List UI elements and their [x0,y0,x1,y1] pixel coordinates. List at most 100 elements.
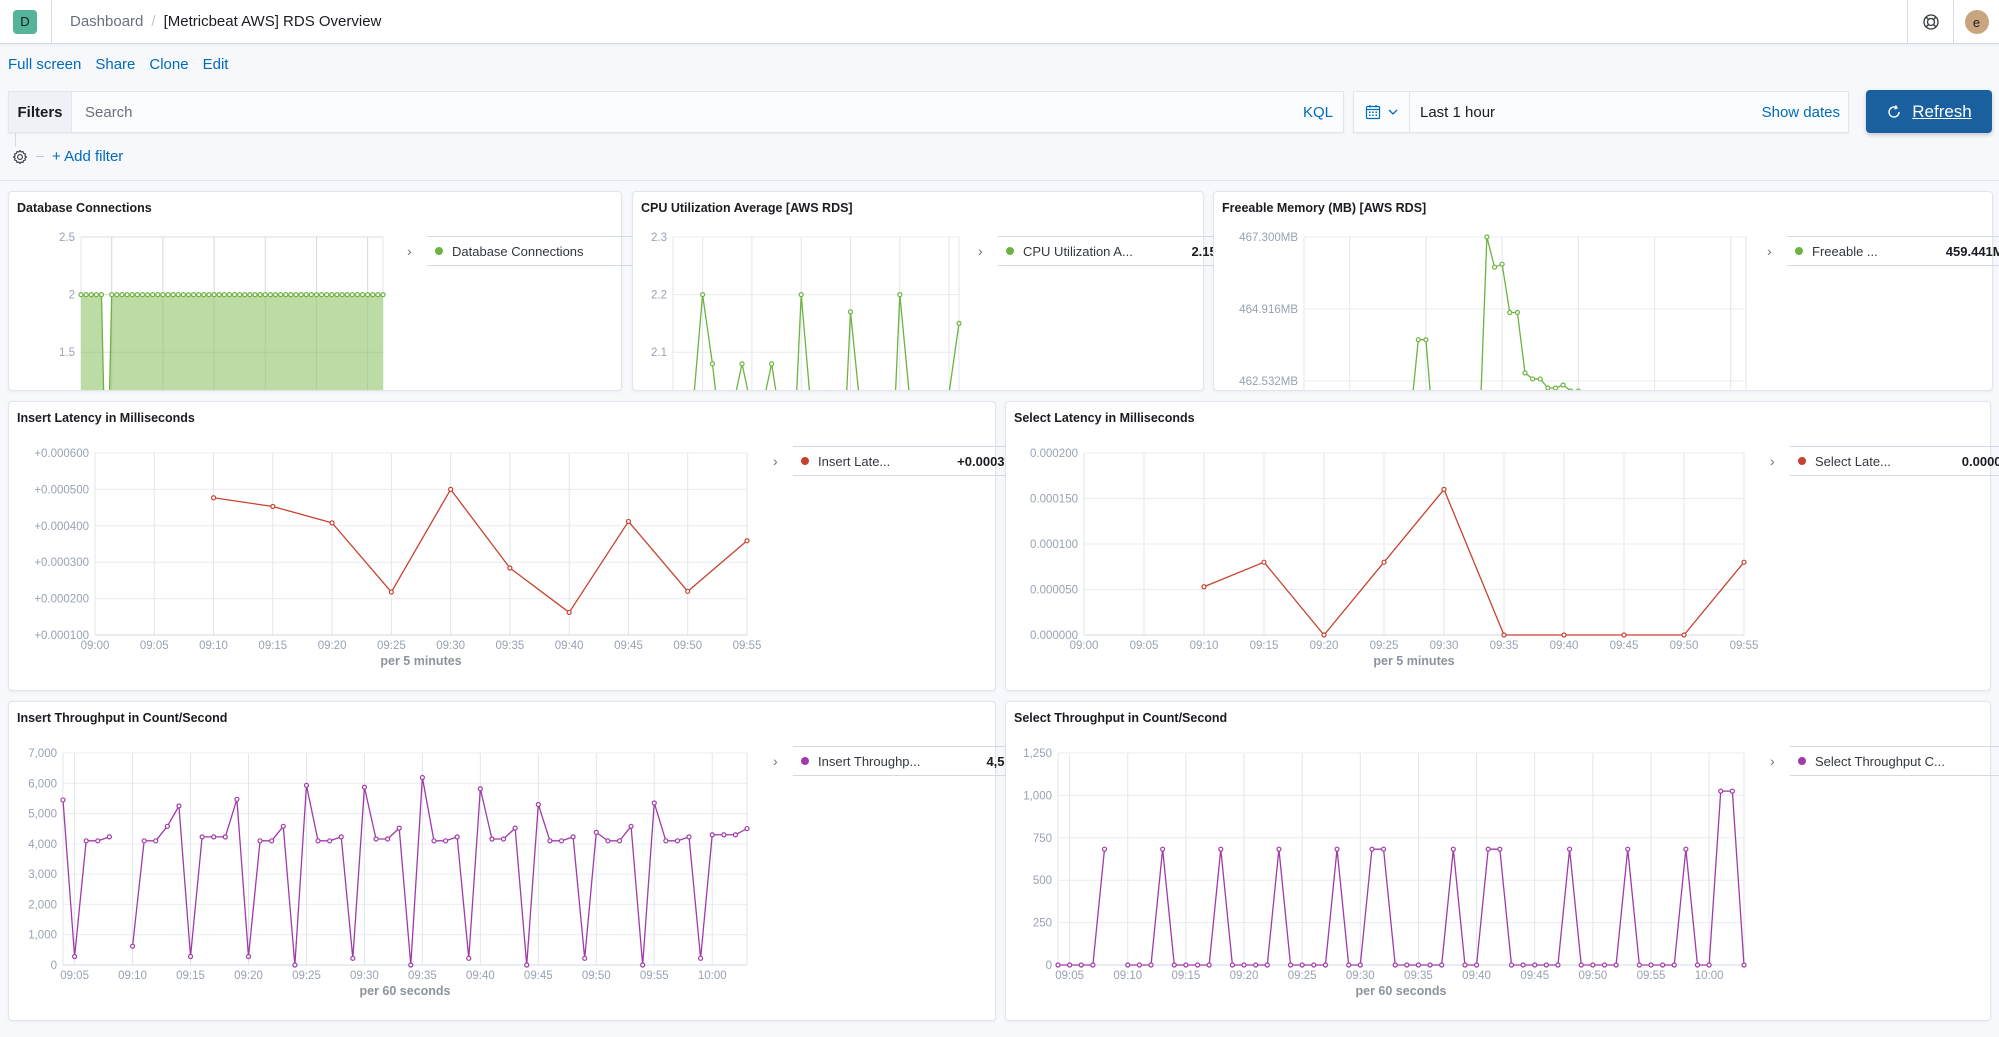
full-screen-link[interactable]: Full screen [8,56,81,73]
legend-color-dot [1798,757,1806,765]
legend-value: 0.000080 [1961,453,1999,469]
legend-item[interactable]: Select Late... 0.000080 [1790,446,1999,476]
data-point [1514,309,1520,316]
x-axis-title: per 5 minutes [1373,654,1454,668]
series-line [693,293,960,390]
data-point [329,520,335,526]
data-point [1441,486,1447,493]
data-point [98,291,105,298]
y-tick-label: 2.3 [651,232,667,244]
legend-toggle-chevron-icon[interactable]: › [978,243,998,259]
data-point [709,832,715,838]
data-point [93,291,99,298]
data-point [566,609,572,616]
legend-item[interactable]: Database Connections2 [427,236,659,266]
data-point [144,291,151,298]
legend-toggle-chevron-icon[interactable]: › [773,453,793,469]
x-tick-label: 09:25 [377,640,406,652]
data-point [83,838,89,844]
legend-item[interactable]: Insert Late... +0.000359 [793,446,1025,476]
legend-item[interactable]: CPU Utilization A... 2.152 [998,236,1230,266]
data-point [350,955,356,961]
data-point [139,291,146,298]
data-point [71,953,78,960]
legend-item[interactable]: Freeable ... 459.441MB [1787,236,1999,266]
data-point [616,838,623,844]
data-point [1253,962,1259,968]
time-range-display[interactable]: Last 1 hour [1410,104,1762,121]
filters-label: Filters [9,92,72,132]
clone-link[interactable]: Clone [149,56,188,73]
x-tick-label: 09:45 [524,970,553,982]
data-point [547,838,553,844]
refresh-button[interactable]: Refresh [1866,90,1992,133]
legend-toggle-chevron-icon[interactable]: › [1767,243,1787,259]
data-point [106,834,112,840]
refresh-icon [1888,104,1900,118]
x-tick-label: 09:50 [582,970,611,982]
user-menu-button[interactable]: e [1953,0,1999,44]
share-link[interactable]: Share [95,56,135,73]
y-tick-label: 2.2 [651,290,667,302]
panel-cpu-utilization: CPU Utilization Average [AWS RDS] 1.81.9… [632,191,1230,391]
show-dates-link[interactable]: Show dates [1762,104,1840,121]
data-point [1264,962,1270,968]
data-point [270,503,276,510]
data-point [206,291,212,298]
data-point [185,291,192,298]
legend-toggle-chevron-icon[interactable]: › [1770,453,1790,469]
x-tick-label: 09:05 [60,970,89,982]
y-tick-label: 1,000 [28,930,57,942]
y-tick-label: 0 [51,960,57,972]
y-tick-label: 5,000 [28,809,57,821]
data-point [165,291,171,298]
data-point [1507,309,1513,316]
y-tick-label: 0 [1046,960,1052,972]
kql-toggle[interactable]: KQL [1303,104,1333,121]
legend-item[interactable]: Insert Throughp... 4,505 [793,746,1025,776]
lifebuoy-icon [1922,14,1939,30]
data-point [293,291,299,298]
data-point [354,291,361,298]
data-point [1497,846,1503,852]
data-point [153,838,159,844]
data-point [431,838,437,844]
data-point [114,291,120,298]
series-line [62,799,110,958]
data-point [1183,962,1189,968]
x-tick-label: 09:30 [350,970,379,982]
data-point [1560,382,1566,388]
add-filter-button[interactable]: + Add filter [52,148,123,165]
x-tick-label: 09:10 [1190,640,1219,652]
chart-legend: ›Select Throughput C...0 [1770,746,1999,776]
data-point [466,955,472,961]
legend-toggle-chevron-icon[interactable]: › [1770,753,1790,769]
data-point [1561,632,1567,638]
panels-divider [0,180,1999,181]
gear-icon[interactable] [12,149,28,165]
data-point [1718,788,1724,794]
data-point [313,291,320,298]
breadcrumb-dashboard[interactable]: Dashboard [70,13,143,30]
data-point [732,832,739,838]
quick-select-button[interactable] [1354,92,1410,132]
legend-toggle-chevron-icon[interactable]: › [773,753,793,769]
x-tick-label: 10:00 [1695,970,1724,982]
legend-item[interactable]: Select Throughput C...0 [1790,746,1999,776]
data-point [1683,846,1689,852]
data-point [176,803,182,809]
chart-legend: › Freeable ... 459.441MB [1767,236,1999,266]
legend-toggle-chevron-icon[interactable]: › [407,243,427,259]
edit-link[interactable]: Edit [203,56,229,73]
data-point [582,955,588,961]
legend-label: Insert Throughp... [818,753,921,769]
space-avatar[interactable]: D [13,9,37,34]
help-button[interactable] [1907,0,1953,44]
user-avatar: e [1964,10,1989,34]
chart-legend: › Insert Throughp... 4,505 [773,746,1025,776]
legend-color-dot [1798,457,1806,465]
data-point [1241,962,1247,968]
search-input[interactable] [72,92,1303,132]
data-point [1473,962,1480,968]
data-point [1621,632,1627,638]
